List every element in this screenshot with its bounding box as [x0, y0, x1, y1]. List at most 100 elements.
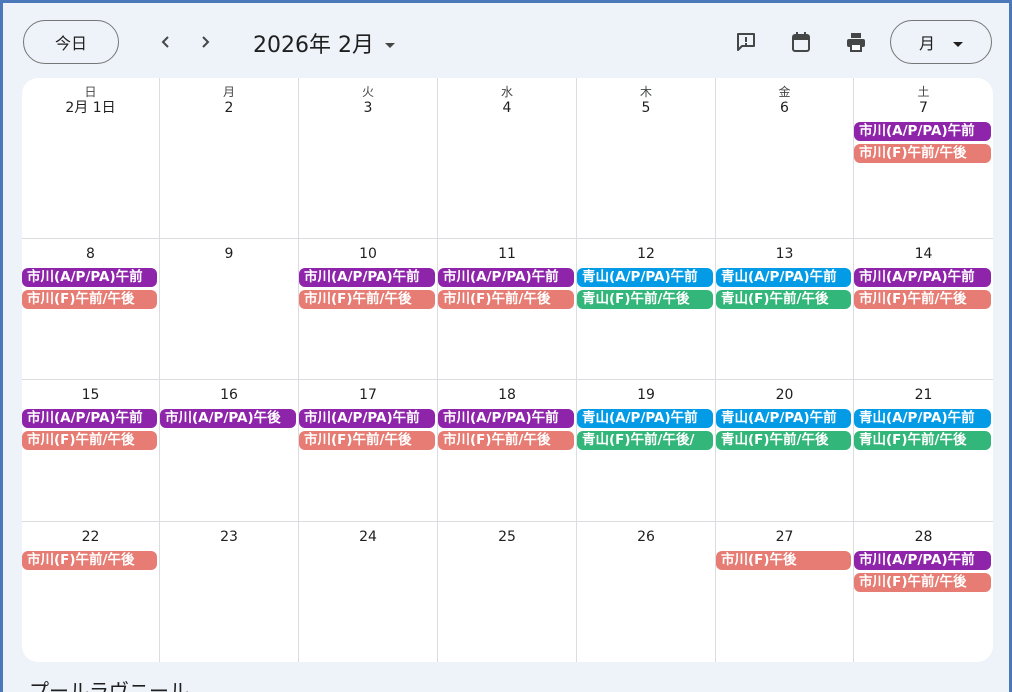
event-chip[interactable]: 市川(A/P/PA)午前	[854, 122, 991, 141]
chevron-left-icon[interactable]	[153, 29, 179, 55]
day-number[interactable]: 21	[854, 387, 993, 403]
event-chip[interactable]: 市川(F)午前/午後	[438, 431, 574, 450]
day-header: 13	[716, 239, 853, 262]
day-cell[interactable]: 17 市川(A/P/PA)午前 市川(F)午前/午後	[299, 380, 438, 522]
event-chip[interactable]: 市川(F)午前/午後	[438, 290, 574, 309]
day-cell[interactable]: 土 7 市川(A/P/PA)午前 市川(F)午前/午後	[854, 78, 993, 239]
day-cell[interactable]: 木5	[577, 78, 716, 239]
day-number[interactable]: 13	[716, 246, 853, 262]
event-chip[interactable]: 市川(F)午前/午後	[854, 290, 991, 309]
day-number[interactable]: 4	[438, 100, 576, 116]
month-selector[interactable]: 2026年 2月	[253, 27, 396, 59]
day-cell[interactable]: 19 青山(A/P/PA)午前 青山(F)午前/午後/	[577, 380, 716, 522]
event-chip[interactable]: 市川(F)午前/午後	[22, 431, 157, 450]
day-number[interactable]: 22	[22, 529, 159, 545]
day-cell[interactable]: 18 市川(A/P/PA)午前 市川(F)午前/午後	[438, 380, 577, 522]
event-chip[interactable]: 青山(A/P/PA)午前	[577, 268, 713, 287]
day-number[interactable]: 23	[160, 529, 298, 545]
event-chip[interactable]: 市川(A/P/PA)午前	[299, 409, 435, 428]
day-number[interactable]: 27	[716, 529, 853, 545]
day-cell[interactable]: 9	[160, 239, 299, 380]
event-chip[interactable]: 青山(F)午前/午後	[716, 431, 851, 450]
day-cell[interactable]: 22 市川(F)午前/午後	[22, 522, 160, 662]
day-cell[interactable]: 24	[299, 522, 438, 662]
event-chip[interactable]: 市川(F)午前/午後	[854, 144, 991, 163]
day-header: 11	[438, 239, 576, 262]
chevron-right-icon[interactable]	[192, 29, 218, 55]
day-number[interactable]: 8	[22, 246, 159, 262]
day-number[interactable]: 12	[577, 246, 715, 262]
day-number[interactable]: 18	[438, 387, 576, 403]
event-chip[interactable]: 青山(A/P/PA)午前	[716, 409, 851, 428]
day-cell[interactable]: 14 市川(A/P/PA)午前 市川(F)午前/午後	[854, 239, 993, 380]
day-number[interactable]: 26	[577, 529, 715, 545]
day-cell[interactable]: 23	[160, 522, 299, 662]
event-chip[interactable]: 市川(F)午前/午後	[299, 431, 435, 450]
event-chip[interactable]: 青山(F)午前/午後	[716, 290, 851, 309]
day-number[interactable]: 9	[160, 246, 298, 262]
event-chip[interactable]: 市川(F)午前/午後	[854, 573, 991, 592]
event-chip[interactable]: 市川(A/P/PA)午前	[22, 268, 157, 287]
day-cell[interactable]: 13 青山(A/P/PA)午前 青山(F)午前/午後	[716, 239, 854, 380]
calendar-icon[interactable]	[788, 29, 814, 55]
day-number[interactable]: 25	[438, 529, 576, 545]
day-number[interactable]: 11	[438, 246, 576, 262]
day-number[interactable]: 24	[299, 529, 437, 545]
day-number[interactable]: 7	[854, 100, 993, 116]
event-chip[interactable]: 青山(A/P/PA)午前	[716, 268, 851, 287]
day-cell[interactable]: 26	[577, 522, 716, 662]
day-header: 9	[160, 239, 298, 262]
day-cell[interactable]: 日 2月 1日	[22, 78, 160, 239]
day-cell[interactable]: 8 市川(A/P/PA)午前 市川(F)午前/午後	[22, 239, 160, 380]
event-chip[interactable]: 青山(F)午前/午後	[854, 431, 991, 450]
day-number[interactable]: 10	[299, 246, 437, 262]
day-cell[interactable]: 20 青山(A/P/PA)午前 青山(F)午前/午後	[716, 380, 854, 522]
event-chip[interactable]: 市川(F)午前/午後	[22, 551, 157, 570]
event-chip[interactable]: 市川(F)午前/午後	[22, 290, 157, 309]
feedback-icon[interactable]	[733, 29, 759, 55]
day-number[interactable]: 28	[854, 529, 993, 545]
print-icon[interactable]	[843, 29, 869, 55]
event-chip[interactable]: 市川(A/P/PA)午後	[160, 409, 296, 428]
day-number[interactable]: 14	[854, 246, 993, 262]
day-cell[interactable]: 金6	[716, 78, 854, 239]
event-chip[interactable]: 市川(A/P/PA)午前	[299, 268, 435, 287]
event-chip[interactable]: 青山(A/P/PA)午前	[854, 409, 991, 428]
day-header: 26	[577, 522, 715, 545]
event-chip[interactable]: 青山(F)午前/午後/	[577, 431, 713, 450]
today-button[interactable]: 今日	[23, 20, 119, 64]
day-number[interactable]: 2月 1日	[22, 100, 159, 116]
day-cell[interactable]: 16 市川(A/P/PA)午後	[160, 380, 299, 522]
day-number[interactable]: 15	[22, 387, 159, 403]
day-number[interactable]: 5	[577, 100, 715, 116]
day-cell[interactable]: 11 市川(A/P/PA)午前 市川(F)午前/午後	[438, 239, 577, 380]
day-cell[interactable]: 月2	[160, 78, 299, 239]
day-number[interactable]: 17	[299, 387, 437, 403]
event-chip[interactable]: 市川(A/P/PA)午前	[22, 409, 157, 428]
event-chip[interactable]: 市川(A/P/PA)午前	[854, 268, 991, 287]
day-cell[interactable]: 水4	[438, 78, 577, 239]
event-chip[interactable]: 市川(F)午前/午後	[299, 290, 435, 309]
day-cell[interactable]: 25	[438, 522, 577, 662]
day-cell[interactable]: 21 青山(A/P/PA)午前 青山(F)午前/午後	[854, 380, 993, 522]
day-number[interactable]: 16	[160, 387, 298, 403]
view-selector-button[interactable]: 月	[890, 20, 992, 64]
day-number[interactable]: 2	[160, 100, 298, 116]
day-number[interactable]: 3	[299, 100, 437, 116]
day-cell[interactable]: 27 市川(F)午後	[716, 522, 854, 662]
event-chip[interactable]: 市川(A/P/PA)午前	[854, 551, 991, 570]
day-number[interactable]: 20	[716, 387, 853, 403]
event-chip[interactable]: 市川(F)午後	[716, 551, 851, 570]
day-cell[interactable]: 10 市川(A/P/PA)午前 市川(F)午前/午後	[299, 239, 438, 380]
event-chip[interactable]: 青山(A/P/PA)午前	[577, 409, 713, 428]
day-number[interactable]: 19	[577, 387, 715, 403]
event-list: 市川(A/P/PA)午後	[160, 409, 298, 428]
day-cell[interactable]: 12 青山(A/P/PA)午前 青山(F)午前/午後	[577, 239, 716, 380]
event-chip[interactable]: 市川(A/P/PA)午前	[438, 409, 574, 428]
event-chip[interactable]: 市川(A/P/PA)午前	[438, 268, 574, 287]
day-cell[interactable]: 28 市川(A/P/PA)午前 市川(F)午前/午後	[854, 522, 993, 662]
event-chip[interactable]: 青山(F)午前/午後	[577, 290, 713, 309]
day-cell[interactable]: 火3	[299, 78, 438, 239]
day-number[interactable]: 6	[716, 100, 853, 116]
day-cell[interactable]: 15 市川(A/P/PA)午前 市川(F)午前/午後	[22, 380, 160, 522]
